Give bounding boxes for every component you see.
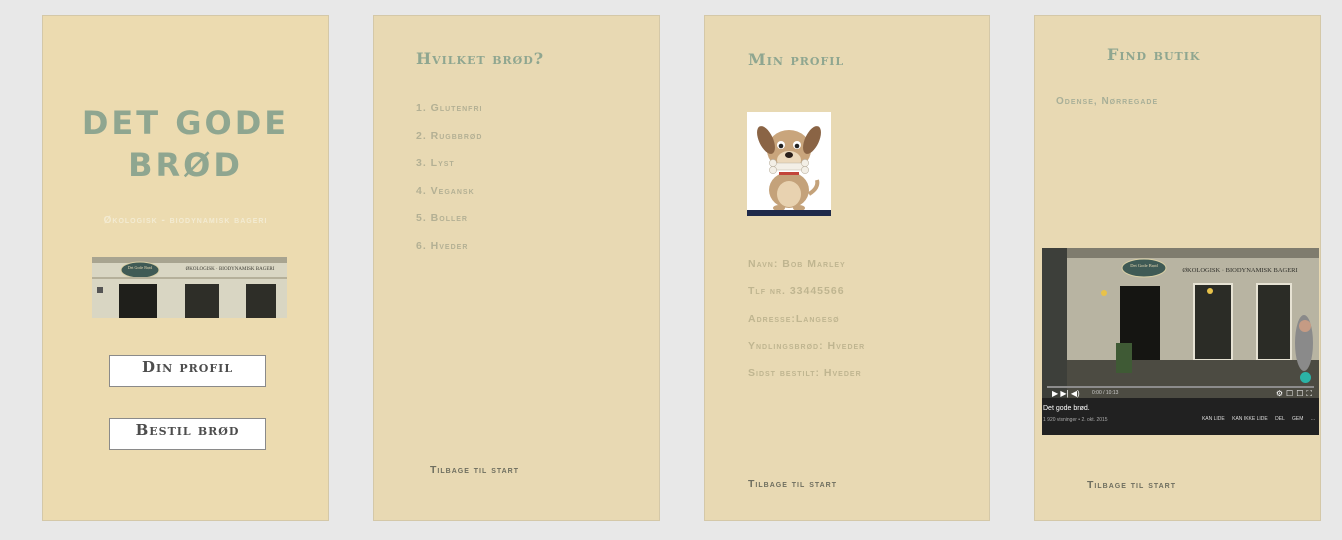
store-heading: Find butik: [1107, 45, 1201, 64]
video-title: Det gode brød.: [1043, 405, 1090, 412]
bread-option[interactable]: 3. Lyst: [416, 157, 482, 185]
video-subtitle: 1 920 visninger • 2. okt. 2015: [1043, 417, 1108, 423]
profile-heading: Min profil: [748, 50, 845, 69]
back-to-start-link[interactable]: Tilbage til start: [430, 464, 519, 476]
order-bread-button[interactable]: Bestil brød: [109, 418, 266, 450]
app-title-line1: DET GODE: [81, 104, 290, 142]
profile-button[interactable]: Din profil: [109, 355, 266, 387]
profile-address: Adresse:Langesø: [748, 312, 840, 325]
profile-last-order: Sidst bestilt: Hveder: [748, 367, 862, 380]
play-icon[interactable]: ▶ ▶| ◀): [1052, 389, 1080, 398]
video-frame[interactable]: Det Gode Brød ØKOLOGISK · BIODYNAMISK BA…: [1042, 248, 1319, 398]
profile-screen: Min profil Navn: Bob Marley Tlf nr. 3344…: [704, 15, 990, 521]
back-to-start-link[interactable]: Tilbage til start: [748, 478, 837, 490]
profile-info: Navn: Bob Marley Tlf nr. 33445566 Adress…: [748, 258, 865, 394]
bakery-sign: ØKOLOGISK · BIODYNAMISK BAGERI: [1182, 267, 1297, 274]
bread-list: 1. Glutenfri 2. Rugbbrød 3. Lyst 4. Vega…: [416, 102, 482, 267]
avatar: [747, 112, 831, 216]
store-location: Odense, Nørregade: [1056, 96, 1159, 107]
bread-option[interactable]: 4. Vegansk: [416, 185, 482, 213]
share-button[interactable]: DEL: [1275, 416, 1285, 422]
logo-sign: Det Gode Brød: [1130, 263, 1158, 268]
video-progress-bar[interactable]: [1047, 386, 1314, 388]
app-title-line2: BRØD: [128, 146, 243, 184]
logo-sign: Det Gode Brød: [128, 265, 152, 270]
like-button[interactable]: KAN LIDE: [1202, 416, 1225, 422]
order-heading: Hvilket brød?: [416, 49, 545, 68]
order-screen: Hvilket brød? 1. Glutenfri 2. Rugbbrød 3…: [373, 15, 660, 521]
back-to-start-link[interactable]: Tilbage til start: [1087, 479, 1176, 491]
video-meta: Det gode brød. 1 920 visninger • 2. okt.…: [1042, 398, 1319, 435]
save-button[interactable]: GEM: [1292, 416, 1303, 422]
dislike-button[interactable]: KAN IKKE LIDE: [1232, 416, 1268, 422]
more-button[interactable]: ...: [1311, 416, 1315, 422]
home-screen: DET GODE BRØD Økologisk - biodynamisk ba…: [42, 15, 329, 521]
bakery-sign: ØKOLOGISK · BIODYNAMISK BAGERI: [186, 267, 275, 272]
bread-option[interactable]: 5. Boller: [416, 212, 482, 240]
bread-option[interactable]: 2. Rugbbrød: [416, 130, 482, 158]
profile-name: Navn: Bob Marley: [748, 258, 846, 270]
profile-favorite: Yndlingsbrød: Hveder: [748, 339, 866, 352]
video-player[interactable]: Det Gode Brød ØKOLOGISK · BIODYNAMISK BA…: [1042, 248, 1319, 435]
store-screen: Find butik Odense, Nørregade Det Gode Br…: [1034, 15, 1321, 521]
video-actions: KAN LIDE KAN IKKE LIDE DEL GEM ...: [1196, 416, 1315, 422]
bakery-photo: Det Gode Brød ØKOLOGISK · BIODYNAMISK BA…: [92, 257, 287, 318]
app-title: DET GODE BRØD: [43, 102, 328, 186]
video-time: 0:00 / 10:13: [1092, 390, 1119, 396]
bread-option[interactable]: 6. Hveder: [416, 240, 482, 268]
bread-option[interactable]: 1. Glutenfri: [416, 102, 482, 130]
tagline: Økologisk - biodynamisk bageri: [103, 215, 268, 226]
profile-phone: Tlf nr. 33445566: [748, 285, 845, 298]
channel-badge-icon: [1300, 372, 1311, 383]
